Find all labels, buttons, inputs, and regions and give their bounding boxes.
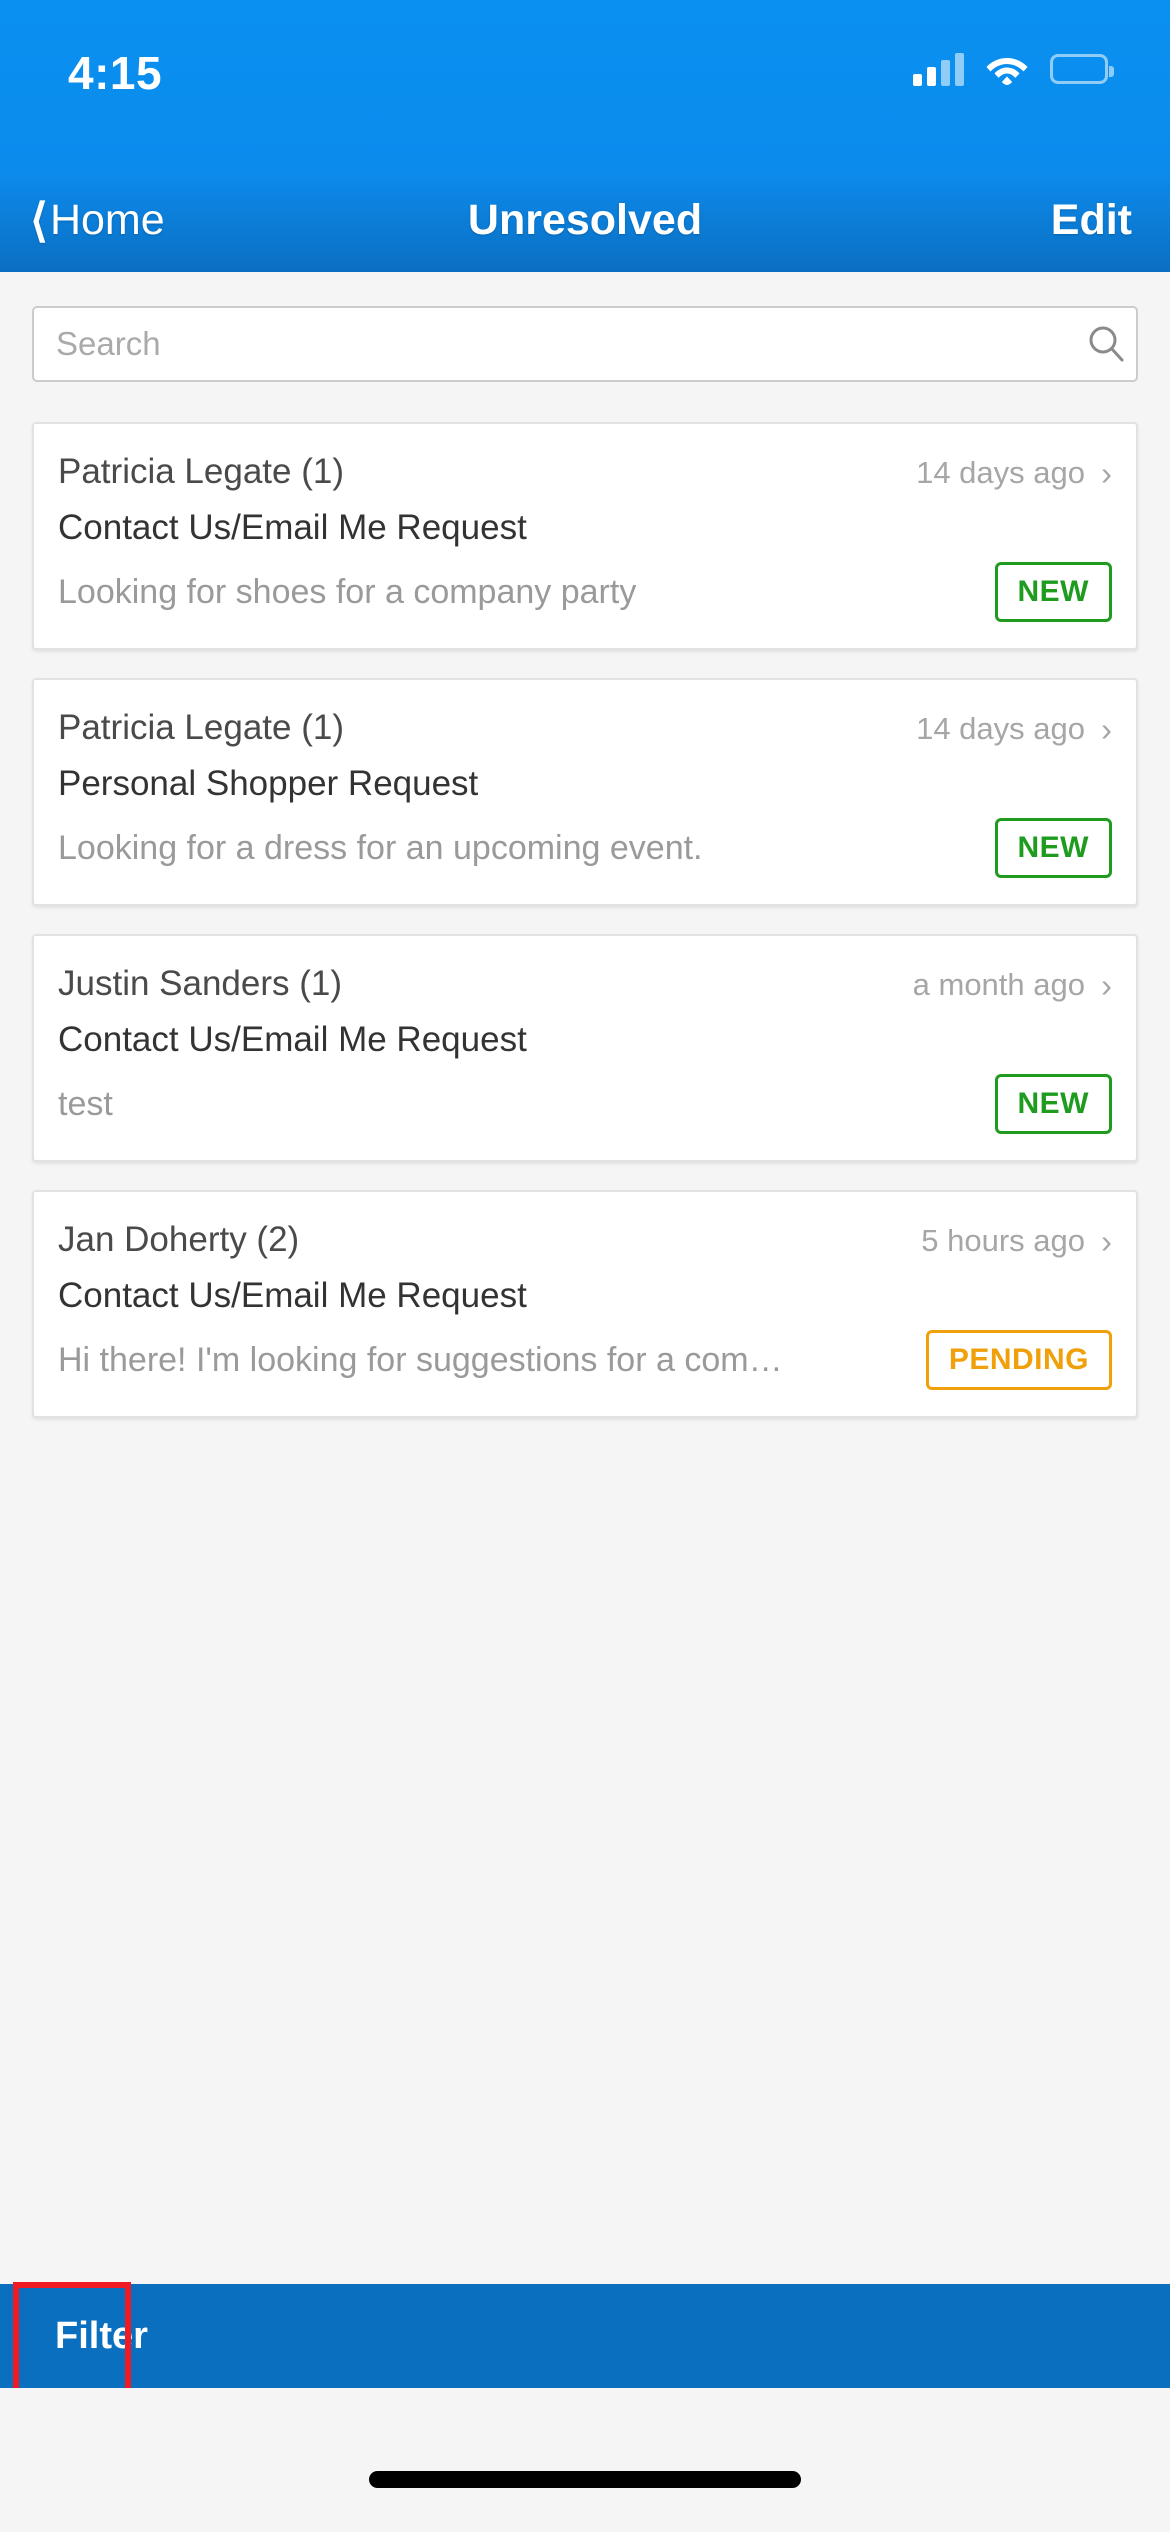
chevron-right-icon: › bbox=[1101, 454, 1112, 492]
status-bar: 4:15 bbox=[0, 0, 1170, 168]
list-item-preview: test bbox=[58, 1084, 113, 1123]
list-item-subject: Personal Shopper Request bbox=[58, 764, 479, 803]
list-item-preview: Looking for a dress for an upcoming even… bbox=[58, 828, 703, 867]
filter-button[interactable]: Filter bbox=[0, 2284, 224, 2388]
status-badge: NEW bbox=[994, 562, 1112, 622]
list-item-subject: Contact Us/Email Me Request bbox=[58, 508, 527, 547]
list-item-footer: Looking for a dress for an upcoming even… bbox=[58, 818, 1112, 878]
phone-screen: 4:15 ⟨ Home Unresolved Edit Search Patri… bbox=[0, 0, 1170, 2532]
chevron-right-icon: › bbox=[1101, 1222, 1112, 1260]
navigation-bar: ⟨ Home Unresolved Edit bbox=[0, 168, 1170, 272]
list-item-name: Patricia Legate (1) bbox=[58, 708, 344, 747]
home-indicator-area bbox=[0, 2388, 1170, 2532]
bottom-toolbar: Filter bbox=[0, 2284, 1170, 2388]
chevron-right-icon: › bbox=[1101, 710, 1112, 748]
list-item-preview: Hi there! I'm looking for suggestions fo… bbox=[58, 1340, 783, 1379]
wifi-icon bbox=[986, 53, 1028, 85]
list-item-name: Patricia Legate (1) bbox=[58, 452, 344, 491]
status-bar-time: 4:15 bbox=[68, 47, 163, 99]
list-item-name: Jan Doherty (2) bbox=[58, 1220, 300, 1259]
list-item-timestamp: 14 days ago bbox=[916, 711, 1085, 746]
chevron-right-icon: › bbox=[1101, 966, 1112, 1004]
list-item[interactable]: Patricia Legate (1) 14 days ago › Contac… bbox=[32, 422, 1138, 650]
list-item[interactable]: Patricia Legate (1) 14 days ago › Person… bbox=[32, 678, 1138, 906]
list-item-subject: Contact Us/Email Me Request bbox=[58, 1276, 527, 1315]
list-item-meta: 5 hours ago › bbox=[921, 1223, 1112, 1259]
list-item-name: Justin Sanders (1) bbox=[58, 964, 343, 1003]
list-item-footer: Hi there! I'm looking for suggestions fo… bbox=[58, 1330, 1112, 1390]
list-item-subject: Contact Us/Email Me Request bbox=[58, 1020, 527, 1059]
list-item-header: Jan Doherty (2) 5 hours ago › bbox=[58, 1220, 1112, 1260]
search-input[interactable] bbox=[34, 325, 1076, 363]
battery-icon bbox=[1050, 54, 1114, 84]
list-item-header: Justin Sanders (1) a month ago › bbox=[58, 964, 1112, 1004]
list-item-preview: Looking for shoes for a company party bbox=[58, 572, 637, 611]
search-icon[interactable] bbox=[1076, 324, 1136, 364]
conversation-list: Patricia Legate (1) 14 days ago › Contac… bbox=[0, 422, 1170, 1446]
cellular-signal-icon bbox=[913, 52, 964, 86]
list-item-meta: 14 days ago › bbox=[916, 711, 1112, 747]
list-item-footer: Looking for shoes for a company party NE… bbox=[58, 562, 1112, 622]
edit-button[interactable]: Edit bbox=[1051, 168, 1132, 272]
list-item-timestamp: 5 hours ago bbox=[921, 1223, 1085, 1258]
list-item-footer: test NEW bbox=[58, 1074, 1112, 1134]
list-item[interactable]: Justin Sanders (1) a month ago › Contact… bbox=[32, 934, 1138, 1162]
list-item-timestamp: a month ago bbox=[912, 967, 1085, 1002]
list-item-header: Patricia Legate (1) 14 days ago › bbox=[58, 452, 1112, 492]
page-title: Unresolved bbox=[467, 195, 703, 244]
status-bar-icons bbox=[913, 52, 1114, 86]
content-area: Patricia Legate (1) 14 days ago › Contac… bbox=[0, 272, 1170, 2388]
status-badge: PENDING bbox=[925, 1330, 1112, 1390]
list-item-header: Patricia Legate (1) 14 days ago › bbox=[58, 708, 1112, 748]
status-badge: NEW bbox=[994, 818, 1112, 878]
search-bar[interactable] bbox=[32, 306, 1138, 382]
list-item-timestamp: 14 days ago bbox=[916, 455, 1085, 490]
list-item-meta: a month ago › bbox=[913, 967, 1112, 1003]
list-item-meta: 14 days ago › bbox=[916, 455, 1112, 491]
status-badge: NEW bbox=[994, 1074, 1112, 1134]
list-item[interactable]: Jan Doherty (2) 5 hours ago › Contact Us… bbox=[32, 1190, 1138, 1418]
home-indicator[interactable] bbox=[369, 2471, 801, 2488]
